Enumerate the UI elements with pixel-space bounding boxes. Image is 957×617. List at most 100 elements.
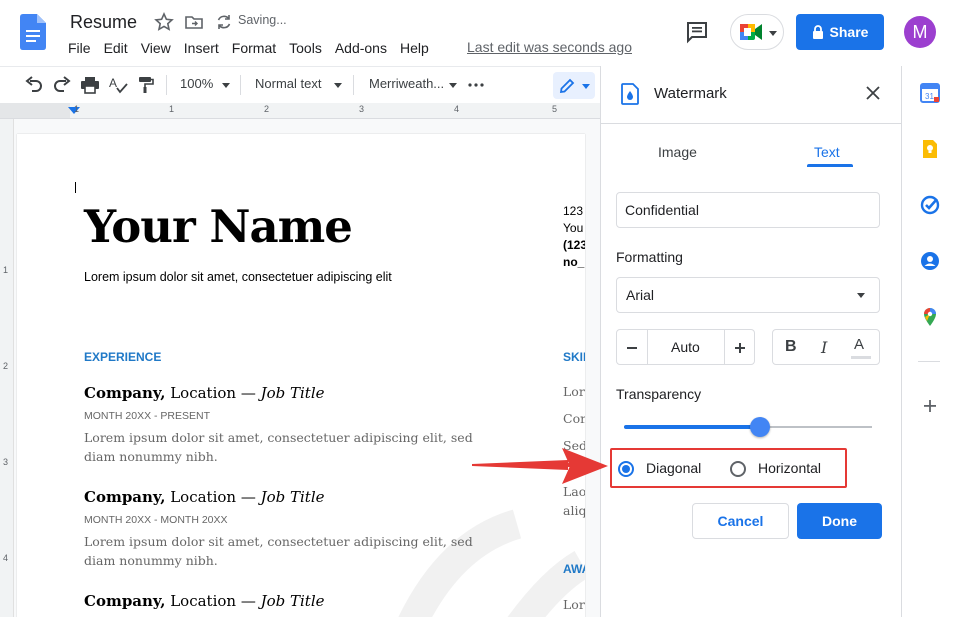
avatar[interactable]: M: [904, 16, 936, 48]
calendar-icon[interactable]: 31: [920, 83, 940, 103]
share-label: Share: [829, 24, 869, 40]
paint-format-icon[interactable]: [136, 76, 156, 94]
saving-status: Saving...: [238, 13, 287, 27]
radio-diagonal[interactable]: [618, 461, 634, 477]
italic-button[interactable]: I: [821, 338, 827, 357]
stepper-divider: [724, 330, 725, 364]
sync-icon: [217, 15, 231, 29]
contact-line: (123: [563, 238, 585, 252]
tab-text[interactable]: Text: [814, 144, 840, 160]
vruler-number: 4: [3, 553, 9, 563]
job-description: Lorem ipsum dolor sit amet, consectetuer…: [84, 430, 473, 464]
resume-tagline: Lorem ipsum dolor sit amet, consectetuer…: [84, 270, 392, 284]
contacts-icon[interactable]: [920, 251, 940, 271]
menu-bar: File Edit View Insert Format Tools Add-o…: [68, 40, 442, 56]
move-folder-icon[interactable]: [184, 12, 204, 32]
ruler-number: 2: [264, 104, 270, 114]
menu-insert[interactable]: Insert: [184, 40, 219, 56]
menu-view[interactable]: View: [141, 40, 171, 56]
text-style-group: B I A: [772, 329, 880, 365]
more-icon[interactable]: [468, 83, 484, 87]
tasks-icon[interactable]: [920, 195, 940, 215]
radio-diagonal-label[interactable]: Diagonal: [646, 460, 701, 476]
text-color-swatch: [851, 356, 871, 359]
font-size-value[interactable]: Auto: [671, 339, 700, 355]
job-dates: MONTH 20XX - MONTH 20XX: [84, 514, 228, 526]
svg-text:A: A: [109, 76, 117, 90]
menu-tools[interactable]: Tools: [289, 40, 322, 56]
document-page[interactable]: Your Name Lorem ipsum dolor sit amet, co…: [17, 134, 585, 617]
print-icon[interactable]: [80, 76, 100, 94]
toolbar-divider: [353, 75, 354, 95]
app-header: Resume Saving... File Edit View Insert F…: [0, 0, 957, 66]
menu-file[interactable]: File: [68, 40, 91, 56]
redo-icon[interactable]: [52, 76, 72, 94]
job-title-line: Company, Location — Job Title: [84, 384, 325, 402]
toolbar-divider: [166, 75, 167, 95]
watermark-panel: Watermark Image Text Formatting Arial Au…: [600, 66, 902, 617]
menu-add-ons[interactable]: Add-ons: [335, 40, 387, 56]
watermark-font-select[interactable]: Arial: [616, 277, 880, 313]
rail-divider: [918, 361, 940, 362]
svg-text:31: 31: [925, 92, 934, 101]
text-color-button[interactable]: A: [854, 336, 864, 353]
doc-title[interactable]: Resume: [70, 12, 137, 33]
lock-icon: [812, 25, 823, 39]
zoom-chevron-down-icon: [222, 83, 230, 88]
job-title-line: Company, Location — Job Title: [84, 592, 325, 610]
menu-edit[interactable]: Edit: [104, 40, 128, 56]
editing-mode-button[interactable]: [553, 72, 595, 99]
tab-image[interactable]: Image: [658, 144, 697, 160]
skills-heading: SKII: [563, 350, 585, 364]
minus-icon[interactable]: [626, 342, 638, 354]
share-button[interactable]: Share: [796, 14, 884, 50]
panel-divider: [601, 123, 902, 124]
ruler-margin-left: [0, 103, 70, 118]
resume-name: Your Name: [84, 200, 353, 253]
add-addon-icon[interactable]: [920, 396, 940, 416]
style-select[interactable]: Normal text: [255, 76, 321, 91]
cancel-button[interactable]: Cancel: [692, 503, 789, 539]
vruler-number: 3: [3, 457, 9, 467]
font-select[interactable]: Merriweath...: [369, 76, 444, 91]
undo-icon[interactable]: [24, 76, 44, 94]
docs-logo-icon[interactable]: [20, 14, 46, 50]
callout-arrow-icon: [472, 448, 608, 484]
watermark-text-input[interactable]: [616, 192, 880, 228]
zoom-select[interactable]: 100%: [180, 76, 213, 91]
job-description: Lorem ipsum dolor sit amet, consectetuer…: [84, 534, 473, 568]
meet-icon: [740, 24, 762, 40]
done-button[interactable]: Done: [797, 503, 882, 539]
menu-format[interactable]: Format: [232, 40, 276, 56]
formatting-label: Formatting: [616, 249, 683, 265]
plus-icon[interactable]: [734, 342, 746, 354]
transparency-slider-thumb[interactable]: [750, 417, 771, 437]
google-docs-window: Resume Saving... File Edit View Insert F…: [0, 0, 957, 617]
keep-icon[interactable]: [920, 139, 940, 159]
vertical-ruler[interactable]: 1 2 3 4: [0, 119, 14, 617]
contact-line: You: [563, 221, 584, 235]
horizontal-ruler[interactable]: 1 1 2 3 4 5: [0, 103, 600, 119]
radio-horizontal[interactable]: [730, 461, 746, 477]
bold-button[interactable]: B: [785, 338, 797, 356]
transparency-label: Transparency: [616, 386, 702, 402]
close-icon[interactable]: [865, 85, 881, 101]
meet-button[interactable]: [730, 14, 784, 50]
menu-help[interactable]: Help: [400, 40, 429, 56]
stepper-divider: [647, 330, 648, 364]
awards-heading: AWA: [563, 562, 585, 576]
side-line: aliq: [563, 503, 585, 518]
awards-line: Lor: [563, 597, 585, 612]
orientation-radio-group: Diagonal Horizontal: [610, 448, 847, 488]
maps-icon[interactable]: [920, 307, 940, 327]
last-edit-link[interactable]: Last edit was seconds ago: [467, 39, 632, 55]
meet-chevron-down-icon: [769, 31, 777, 36]
spellcheck-icon[interactable]: A: [108, 76, 128, 94]
radio-horizontal-label[interactable]: Horizontal: [758, 460, 821, 476]
job-dates: MONTH 20XX - PRESENT: [84, 410, 211, 422]
comments-icon[interactable]: [685, 20, 709, 44]
contact-line: no_: [563, 255, 585, 269]
toolbar-divider: [240, 75, 241, 95]
star-icon[interactable]: [154, 12, 174, 32]
skills-line: Con: [563, 411, 585, 426]
